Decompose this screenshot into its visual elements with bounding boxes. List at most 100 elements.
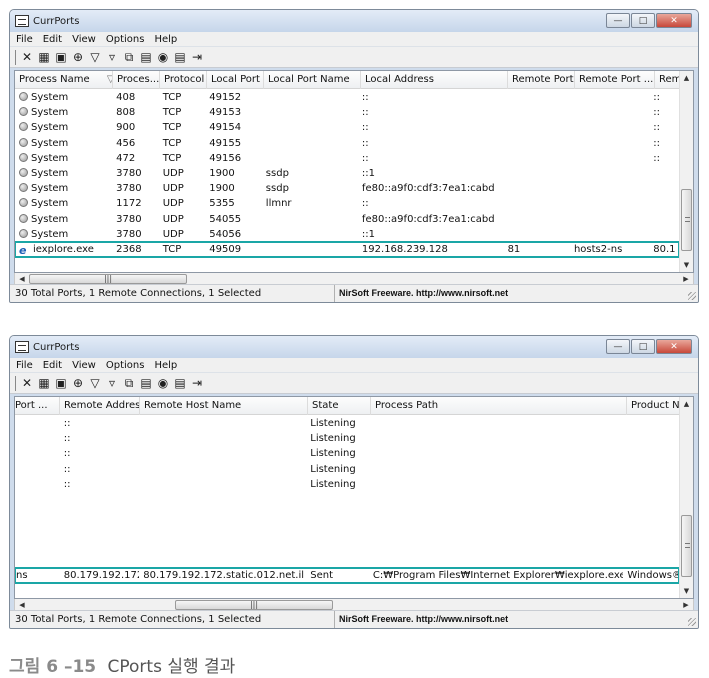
table-row[interactable]: System 3780 UDP 54056::1: [15, 227, 679, 242]
scroll-down-arrow-icon[interactable]: ▼: [680, 584, 693, 598]
table-row[interactable]: [15, 553, 679, 568]
table-row[interactable]: :: Listening: [15, 431, 679, 446]
delete-icon[interactable]: ✕: [19, 49, 35, 65]
title-bar[interactable]: CurrPorts — □ ✕: [10, 10, 698, 32]
filter-icon[interactable]: ▽: [87, 375, 103, 391]
table-row[interactable]: System 808 TCP 49153::::: [15, 105, 679, 120]
menu-options[interactable]: Options: [106, 34, 145, 45]
column-local-address[interactable]: Local Address: [361, 71, 508, 89]
scroll-up-arrow-icon[interactable]: ▲: [680, 397, 693, 411]
column-remote-port[interactable]: Remote Port: [508, 71, 575, 89]
status-credit-link[interactable]: NirSoft Freeware. http://www.nirsoft.net: [335, 285, 508, 302]
scroll-thumb[interactable]: [681, 189, 692, 251]
column-process-id[interactable]: Proces...: [113, 71, 160, 89]
table-row[interactable]: [15, 507, 679, 522]
status-credit-link[interactable]: NirSoft Freeware. http://www.nirsoft.net: [335, 611, 508, 628]
menu-options[interactable]: Options: [106, 360, 145, 371]
vertical-scrollbar[interactable]: ▲ ▼: [679, 71, 693, 272]
resize-grip-icon[interactable]: [688, 618, 696, 626]
menu-view[interactable]: View: [72, 360, 96, 371]
column-remote-port-name[interactable]: Port ...: [15, 397, 60, 415]
table-row[interactable]: [15, 538, 679, 553]
column-state[interactable]: State: [308, 397, 371, 415]
column-local-port-name[interactable]: Local Port Name: [264, 71, 361, 89]
table-row[interactable]: System 1172 UDP 5355 llmnr::: [15, 196, 679, 211]
column-remote-address[interactable]: Remote Address: [60, 397, 140, 415]
table-row[interactable]: System 900 TCP 49154::::: [15, 120, 679, 135]
filter-icon[interactable]: ▽: [87, 49, 103, 65]
resize-grip-icon[interactable]: [688, 292, 696, 300]
cell-pid: 3780: [112, 227, 159, 242]
scroll-thumb[interactable]: |||: [175, 600, 333, 610]
window-title: CurrPorts: [33, 341, 80, 353]
column-remote-host-name[interactable]: Remote Host Name: [140, 397, 308, 415]
table-row[interactable]: System 3780 UDP 1900 ssdp fe80::a9f0:cdf3:7ea…: [15, 181, 679, 196]
table-row[interactable]: e iexplore.exe 2368 TCP 49509 192.168.239.128…: [15, 240, 680, 259]
close-button[interactable]: ✕: [656, 13, 692, 28]
vertical-scrollbar[interactable]: ▲ ▼: [679, 397, 693, 598]
menu-view[interactable]: View: [72, 34, 96, 45]
process-icon: [19, 152, 28, 162]
cell-local-port-name: llmnr: [262, 196, 358, 211]
column-process-path[interactable]: Process Path: [371, 397, 627, 415]
scroll-down-arrow-icon[interactable]: ▼: [680, 258, 693, 272]
table-row[interactable]: :: Listening: [15, 477, 679, 492]
properties-icon[interactable]: ▣: [53, 375, 69, 391]
refresh-icon[interactable]: ⊕: [70, 49, 86, 65]
exit-icon[interactable]: ⇥: [189, 49, 205, 65]
column-local-port[interactable]: Local Port: [207, 71, 264, 89]
app-icon: [15, 15, 29, 27]
cell-local-port: 49509: [205, 242, 262, 257]
menu-help[interactable]: Help: [154, 34, 177, 45]
text-report-icon[interactable]: ▤: [172, 49, 188, 65]
title-bar[interactable]: CurrPorts — □ ✕: [10, 336, 698, 358]
maximize-button[interactable]: □: [631, 339, 655, 354]
filter-edit-icon[interactable]: ▿: [104, 49, 120, 65]
table-row[interactable]: ns 80.179.192.172 80.179.192.172.static.01…: [15, 566, 680, 585]
table-row[interactable]: :: Listening: [15, 416, 679, 431]
copy-icon[interactable]: ⧉: [121, 375, 137, 391]
table-row[interactable]: [15, 522, 679, 537]
scroll-up-arrow-icon[interactable]: ▲: [680, 71, 693, 85]
scroll-thumb[interactable]: |||: [29, 274, 187, 284]
html-report-icon[interactable]: ▤: [138, 375, 154, 391]
menu-file[interactable]: File: [16, 34, 33, 45]
table-row[interactable]: System 408 TCP 49152::::: [15, 90, 679, 105]
menu-help[interactable]: Help: [154, 360, 177, 371]
save-icon[interactable]: ▦: [36, 375, 52, 391]
copy-icon[interactable]: ⧉: [121, 49, 137, 65]
scroll-thumb[interactable]: [681, 515, 692, 577]
column-protocol[interactable]: Protocol: [160, 71, 207, 89]
save-icon[interactable]: ▦: [36, 49, 52, 65]
table-row[interactable]: System 456 TCP 49155::::: [15, 136, 679, 151]
minimize-button[interactable]: —: [606, 13, 630, 28]
refresh-icon[interactable]: ⊕: [70, 375, 86, 391]
find-icon[interactable]: ◉: [155, 49, 171, 65]
properties-icon[interactable]: ▣: [53, 49, 69, 65]
menu-edit[interactable]: Edit: [43, 360, 62, 371]
ports-list-view[interactable]: Process Name ▽ Proces... Protocol Local …: [14, 70, 694, 273]
filter-edit-icon[interactable]: ▿: [104, 375, 120, 391]
text-report-icon[interactable]: ▤: [172, 375, 188, 391]
menu-file[interactable]: File: [16, 360, 33, 371]
exit-icon[interactable]: ⇥: [189, 375, 205, 391]
column-process-name[interactable]: Process Name ▽: [15, 71, 113, 89]
cell-text: ::: [361, 152, 369, 164]
column-product-name[interactable]: Product Na: [627, 397, 683, 415]
close-button[interactable]: ✕: [656, 339, 692, 354]
table-row[interactable]: :: Listening: [15, 446, 679, 461]
table-row[interactable]: System 472 TCP 49156::::: [15, 151, 679, 166]
table-row[interactable]: System 3780 UDP 1900 ssdp::1: [15, 166, 679, 181]
ports-list-view[interactable]: Port ... Remote Address Remote Host Name…: [14, 396, 694, 599]
find-icon[interactable]: ◉: [155, 375, 171, 391]
minimize-button[interactable]: —: [606, 339, 630, 354]
html-report-icon[interactable]: ▤: [138, 49, 154, 65]
column-remote-port-name[interactable]: Remote Port ...: [575, 71, 655, 89]
currports-window-1: CurrPorts — □ ✕ File Edit View Options H…: [9, 9, 699, 303]
maximize-button[interactable]: □: [631, 13, 655, 28]
menu-edit[interactable]: Edit: [43, 34, 62, 45]
table-row[interactable]: System 3780 UDP 54055 fe80::a9f0:cdf3:7ea1:c…: [15, 212, 679, 227]
delete-icon[interactable]: ✕: [19, 375, 35, 391]
table-row[interactable]: :: Listening: [15, 462, 679, 477]
table-row[interactable]: [15, 492, 679, 507]
